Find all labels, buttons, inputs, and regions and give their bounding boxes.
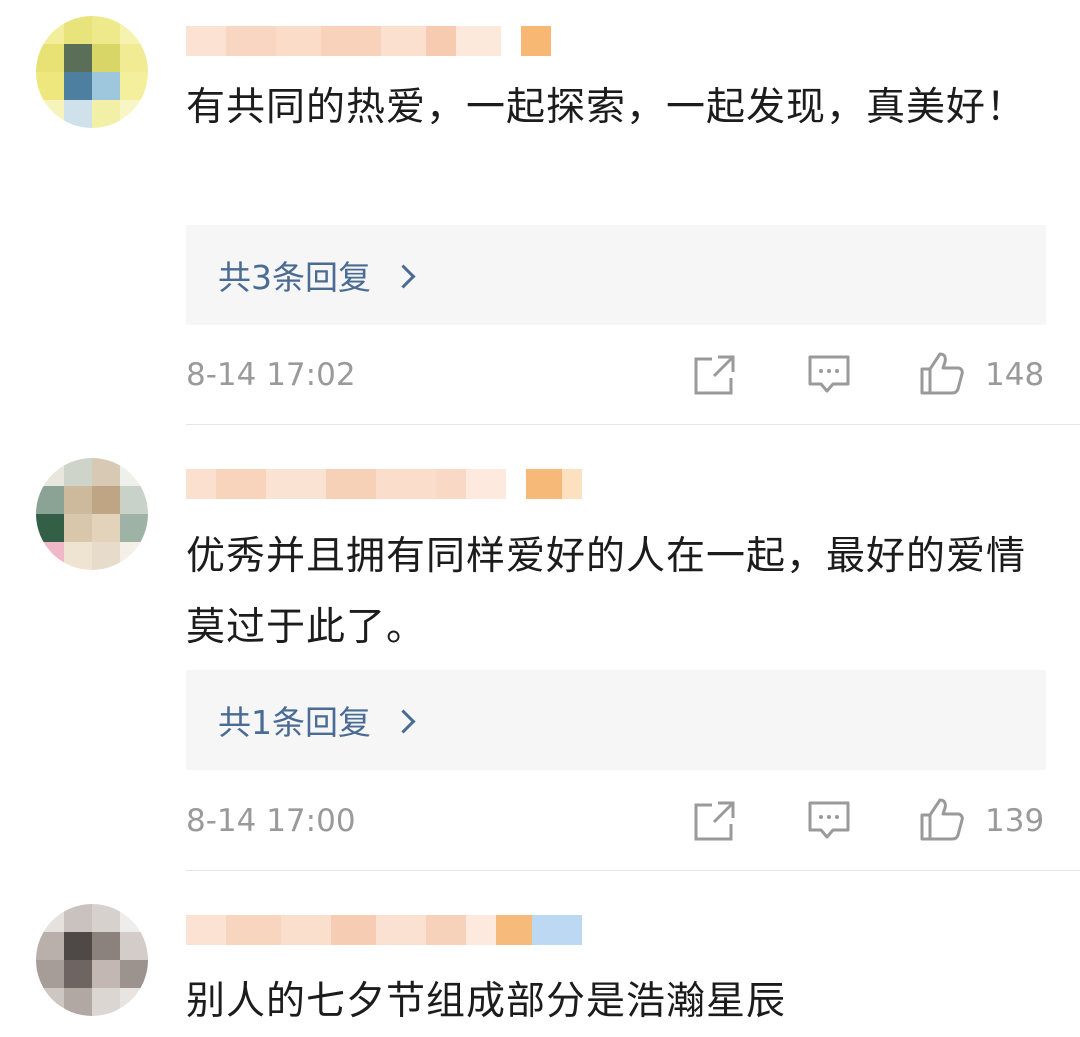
view-replies-link[interactable]: 共1条回复 (186, 670, 1046, 770)
comment-meta: 8-14 17:00 (186, 791, 1046, 851)
timestamp: 8-14 17:02 (186, 357, 356, 393)
like-count: 148 (985, 357, 1045, 393)
like-icon[interactable] (918, 350, 964, 396)
like-icon[interactable] (918, 796, 964, 842)
like-count: 139 (985, 803, 1045, 839)
comment-text: 别人的七夕节组成部分是浩瀚星辰 (186, 979, 787, 1024)
divider (186, 870, 1080, 871)
comment-meta: 8-14 17:02 (186, 345, 1046, 405)
reply-count-label: 共1条回复 (218, 703, 371, 742)
username-blurred[interactable] (186, 24, 551, 58)
comment-text: 有共同的热爱，一起探索，一起发现，真美好！ (186, 85, 1027, 130)
comment-text: 优秀并且拥有同样爱好的人在一起，最好的爱情莫过于此了。 (186, 534, 1027, 650)
reply-count-label: 共3条回复 (218, 258, 371, 297)
view-replies-link[interactable]: 共3条回复 (186, 225, 1046, 325)
share-icon[interactable] (692, 352, 738, 398)
comment-icon[interactable] (806, 798, 852, 844)
chevron-right-icon (391, 708, 416, 734)
avatar[interactable] (36, 904, 148, 1016)
chevron-right-icon (391, 263, 416, 289)
avatar[interactable] (36, 16, 148, 128)
username-blurred[interactable] (186, 467, 582, 501)
share-icon[interactable] (692, 798, 738, 844)
timestamp: 8-14 17:00 (186, 803, 356, 839)
username-blurred[interactable] (186, 913, 582, 947)
avatar[interactable] (36, 458, 148, 570)
divider (186, 424, 1080, 425)
comment-icon[interactable] (806, 352, 852, 398)
